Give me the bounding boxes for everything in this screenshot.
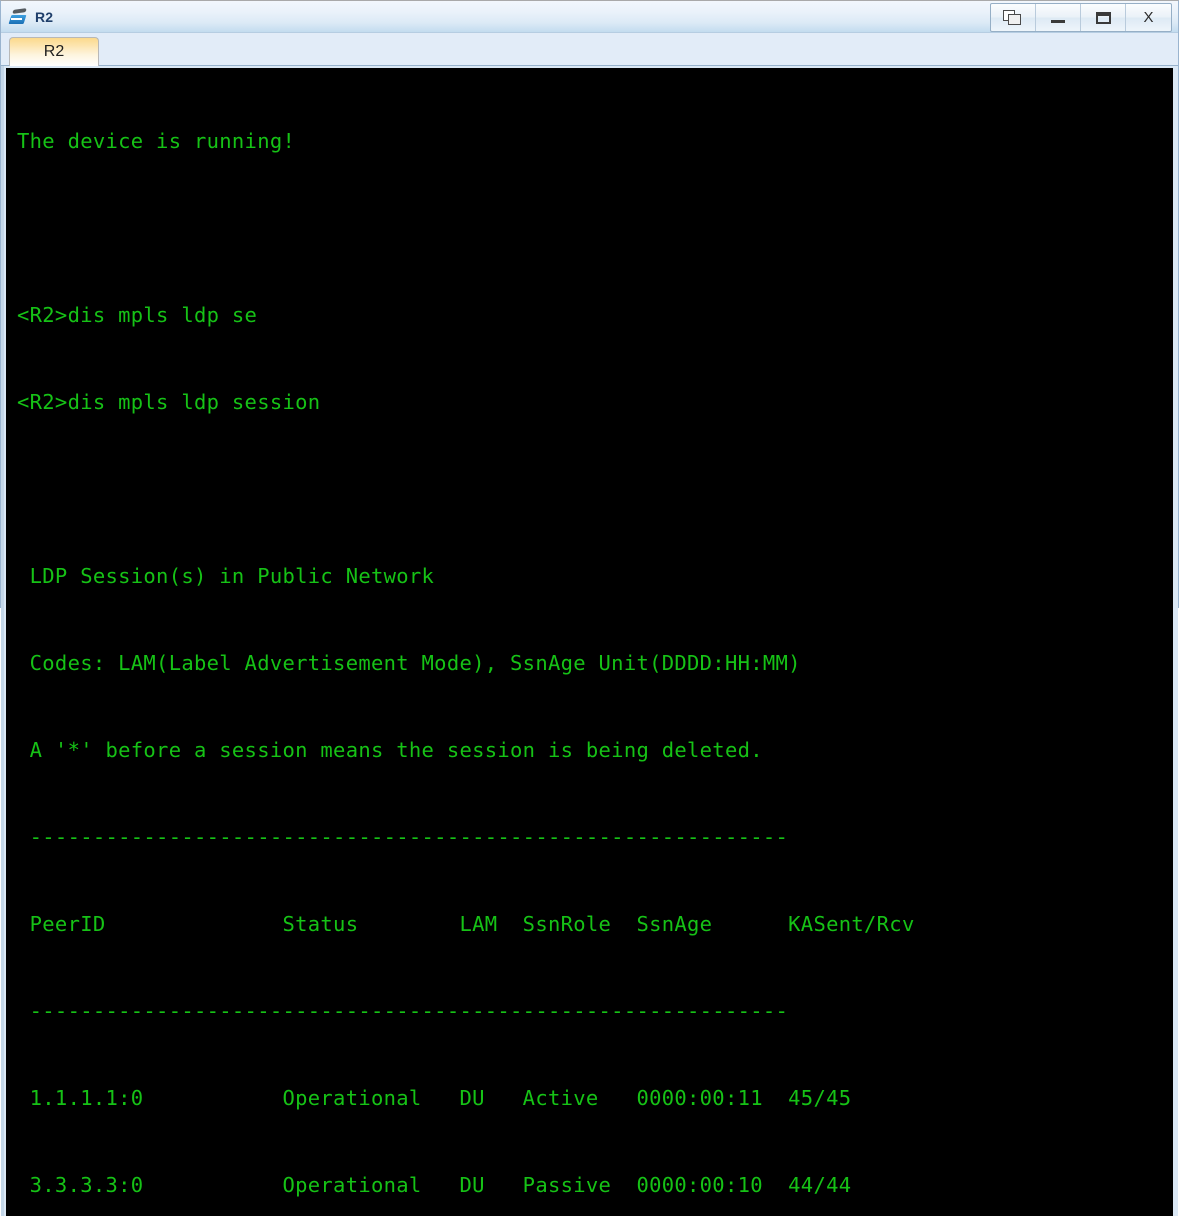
terminal-line-table-row: 3.3.3.3:0 Operational DU Passive 0000:00… — [17, 1173, 852, 1197]
title-bar: R2 X — [1, 1, 1178, 33]
terminal-line-command: <R2>dis mpls ldp se — [17, 303, 258, 327]
minimize-icon — [1051, 19, 1065, 23]
terminal-window: R2 X R2 The device is running! <R2>dis m… — [0, 0, 1179, 1216]
minimize-button[interactable] — [1036, 4, 1081, 31]
terminal-panel: The device is running! <R2>dis mpls ldp … — [1, 66, 1178, 1216]
router-icon — [8, 7, 31, 27]
tab-strip: R2 — [1, 33, 1178, 66]
terminal-output[interactable]: The device is running! <R2>dis mpls ldp … — [6, 68, 1173, 1216]
terminal-line-note: A '*' before a session means the session… — [17, 738, 763, 762]
terminal-line: The device is running! — [17, 129, 296, 153]
close-button[interactable]: X — [1126, 4, 1171, 31]
tab-label: R2 — [43, 43, 65, 60]
terminal-line-table-row: 1.1.1.1:0 Operational DU Active 0000:00:… — [17, 1086, 852, 1110]
terminal-line-codes: Codes: LAM(Label Advertisement Mode), Ss… — [17, 651, 801, 675]
close-icon: X — [1143, 9, 1154, 26]
terminal-line-command: <R2>dis mpls ldp session — [17, 390, 321, 414]
terminal-line-separator: ----------------------------------------… — [17, 825, 789, 849]
window-controls: X — [990, 3, 1172, 32]
maximize-icon — [1095, 11, 1111, 24]
tab-r2[interactable]: R2 — [9, 37, 99, 66]
cascade-windows-icon — [1003, 9, 1023, 26]
maximize-button[interactable] — [1081, 4, 1126, 31]
terminal-line-separator: ----------------------------------------… — [17, 999, 789, 1023]
cascade-windows-button[interactable] — [991, 4, 1036, 31]
terminal-line-table-header: PeerID Status LAM SsnRole SsnAge KASent/… — [17, 912, 915, 936]
window-title: R2 — [35, 8, 54, 25]
terminal-line-title: LDP Session(s) in Public Network — [17, 564, 435, 588]
